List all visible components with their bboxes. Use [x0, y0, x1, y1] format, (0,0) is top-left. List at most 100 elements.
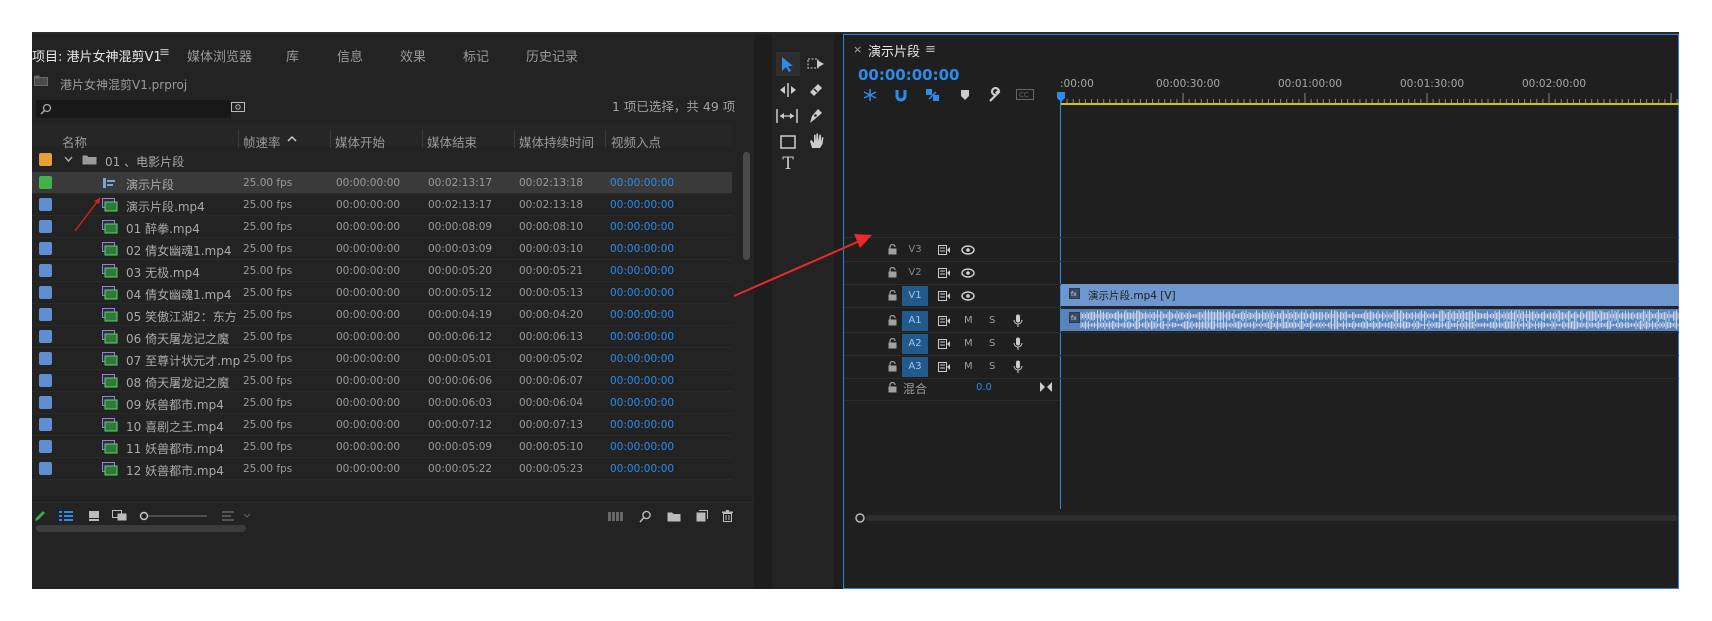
tab-info[interactable]: 信息: [337, 46, 363, 65]
eye-icon[interactable]: [961, 245, 975, 255]
cell-video-in[interactable]: 00:00:00:00: [610, 243, 674, 255]
insert-nested-icon[interactable]: [862, 88, 878, 102]
timeline-scrollbar[interactable]: [866, 515, 1678, 521]
track-label[interactable]: A3: [902, 357, 928, 377]
label-swatch[interactable]: [39, 220, 52, 233]
list-item[interactable]: 03 无极.mp4 25.00 fps 00:00:00:00 00:00:05:20…: [32, 260, 732, 282]
audio-clip[interactable]: fx: [1061, 309, 1679, 331]
microphone-icon[interactable]: [1013, 360, 1023, 374]
track-label[interactable]: V2: [902, 263, 928, 283]
toggle-sync-lock-icon[interactable]: [938, 339, 951, 349]
cell-video-in[interactable]: 00:00:00:00: [610, 221, 674, 233]
tab-effects[interactable]: 效果: [400, 46, 426, 65]
list-item[interactable]: 09 妖兽都市.mp4 25.00 fps 00:00:00:00 00:00:06:…: [32, 392, 732, 414]
panel-menu-icon[interactable]: ≡: [925, 42, 936, 57]
label-swatch[interactable]: [39, 440, 52, 453]
mix-value[interactable]: 0.0: [976, 382, 992, 393]
label-swatch[interactable]: [39, 462, 52, 475]
label-swatch[interactable]: [39, 176, 52, 189]
lock-icon[interactable]: [888, 338, 897, 349]
zoom-slider[interactable]: [139, 510, 209, 522]
panel-menu-icon[interactable]: ≡: [159, 45, 170, 60]
slip-tool-icon[interactable]: [776, 109, 798, 123]
label-swatch[interactable]: [39, 418, 52, 431]
rectangle-tool-icon[interactable]: [780, 135, 796, 149]
label-swatch[interactable]: [39, 374, 52, 387]
eye-icon[interactable]: [961, 268, 975, 278]
list-item[interactable]: 02 倩女幽魂1.mp4 25.00 fps 00:00:00:00 00:00:03…: [32, 238, 732, 260]
track-select-tool-icon[interactable]: [807, 57, 827, 71]
microphone-icon[interactable]: [1013, 337, 1023, 351]
track-label[interactable]: V1: [902, 286, 928, 306]
toggle-sync-lock-icon[interactable]: [938, 268, 951, 278]
folder-row[interactable]: 01 、电影片段: [32, 148, 732, 172]
list-item[interactable]: 07 至尊计状元才.mp 25.00 fps 00:00:00:00 00:00:05…: [32, 348, 732, 370]
cell-video-in[interactable]: 00:00:00:00: [610, 265, 674, 277]
razor-tool-icon[interactable]: [808, 82, 824, 98]
playhead-timecode[interactable]: 00:00:00:00: [858, 66, 960, 84]
audio-track-header[interactable]: A2 M S: [844, 333, 1060, 355]
tab-project[interactable]: 项目: 港片女神混剪V1: [32, 46, 162, 65]
pencil-icon[interactable]: [34, 510, 46, 522]
track-label[interactable]: V3: [902, 240, 928, 260]
label-swatch[interactable]: [39, 286, 52, 299]
snap-icon[interactable]: [894, 88, 908, 102]
audio-track-header[interactable]: A3 M S: [844, 356, 1060, 378]
list-item[interactable]: 10 喜剧之王.mp4 25.00 fps 00:00:00:00 00:00:07:…: [32, 414, 732, 436]
lock-icon[interactable]: [888, 315, 897, 326]
selection-tool-icon[interactable]: [781, 56, 795, 73]
hand-tool-icon[interactable]: [808, 132, 826, 150]
list-item[interactable]: 11 妖兽都市.mp4 25.00 fps 00:00:00:00 00:00:05:…: [32, 436, 732, 458]
label-swatch[interactable]: [39, 242, 52, 255]
tab-markers[interactable]: 标记: [463, 46, 489, 65]
lock-icon[interactable]: [888, 361, 897, 372]
ripple-edit-tool-icon[interactable]: [778, 83, 798, 97]
tab-library[interactable]: 库: [286, 46, 299, 65]
cell-video-in[interactable]: 00:00:00:00: [610, 287, 674, 299]
label-swatch[interactable]: [39, 198, 52, 211]
audio-track-header[interactable]: A1 M S: [844, 310, 1060, 332]
mute-button[interactable]: M: [964, 361, 973, 372]
cell-video-in[interactable]: 00:00:00:00: [610, 309, 674, 321]
lock-icon[interactable]: [888, 382, 897, 393]
new-bin-icon[interactable]: [667, 511, 681, 522]
eye-icon[interactable]: [961, 291, 975, 301]
new-item-icon[interactable]: [696, 510, 708, 522]
toggle-sync-lock-icon[interactable]: [938, 316, 951, 326]
close-tab-icon[interactable]: ×: [853, 43, 862, 56]
mute-button[interactable]: M: [964, 338, 973, 349]
tab-media-browser[interactable]: 媒体浏览器: [187, 46, 252, 65]
toggle-sync-lock-icon[interactable]: [938, 245, 951, 255]
wrench-icon[interactable]: [987, 87, 1003, 103]
list-item[interactable]: 12 妖兽都市.mp4 25.00 fps 00:00:00:00 00:00:05:…: [32, 458, 732, 480]
type-tool-icon[interactable]: T: [776, 152, 800, 176]
microphone-icon[interactable]: [1013, 314, 1023, 328]
track-label[interactable]: A2: [902, 334, 928, 354]
find-icon[interactable]: [639, 510, 652, 523]
lock-icon[interactable]: [888, 290, 897, 301]
list-item[interactable]: 01 醉拳.mp4 25.00 fps 00:00:00:00 00:00:08:09…: [32, 216, 732, 238]
icon-view-icon[interactable]: [88, 510, 100, 522]
trash-icon[interactable]: [722, 510, 733, 522]
cell-video-in[interactable]: 00:00:00:00: [610, 177, 674, 189]
go-to-edit-icon[interactable]: [1040, 382, 1052, 392]
sequence-tab[interactable]: 演示片段: [868, 41, 920, 60]
add-marker-icon[interactable]: [959, 88, 971, 102]
cell-video-in[interactable]: 00:00:00:00: [610, 353, 674, 365]
new-search-bin-icon[interactable]: [231, 101, 245, 113]
list-view-icon[interactable]: [59, 510, 73, 522]
freeform-view-icon[interactable]: [112, 510, 130, 522]
list-item[interactable]: 04 倩女幽魂1.mp4 25.00 fps 00:00:00:00 00:00:05…: [32, 282, 732, 304]
zoom-handle[interactable]: [854, 512, 866, 524]
label-swatch[interactable]: [39, 352, 52, 365]
cell-video-in[interactable]: 00:00:00:00: [610, 397, 674, 409]
list-item[interactable]: 演示片段.mp4 25.00 fps 00:00:00:00 00:02:13:17 0…: [32, 194, 732, 216]
list-item[interactable]: 演示片段 25.00 fps 00:00:00:00 00:02:13:17 00:02…: [32, 172, 732, 194]
pen-tool-icon[interactable]: [808, 107, 824, 125]
tab-history[interactable]: 历史记录: [526, 46, 578, 65]
mute-button[interactable]: M: [964, 315, 973, 326]
cell-video-in[interactable]: 00:00:00:00: [610, 463, 674, 475]
label-swatch[interactable]: [39, 153, 52, 166]
solo-button[interactable]: S: [989, 315, 995, 326]
chevron-down-icon[interactable]: [64, 156, 73, 163]
